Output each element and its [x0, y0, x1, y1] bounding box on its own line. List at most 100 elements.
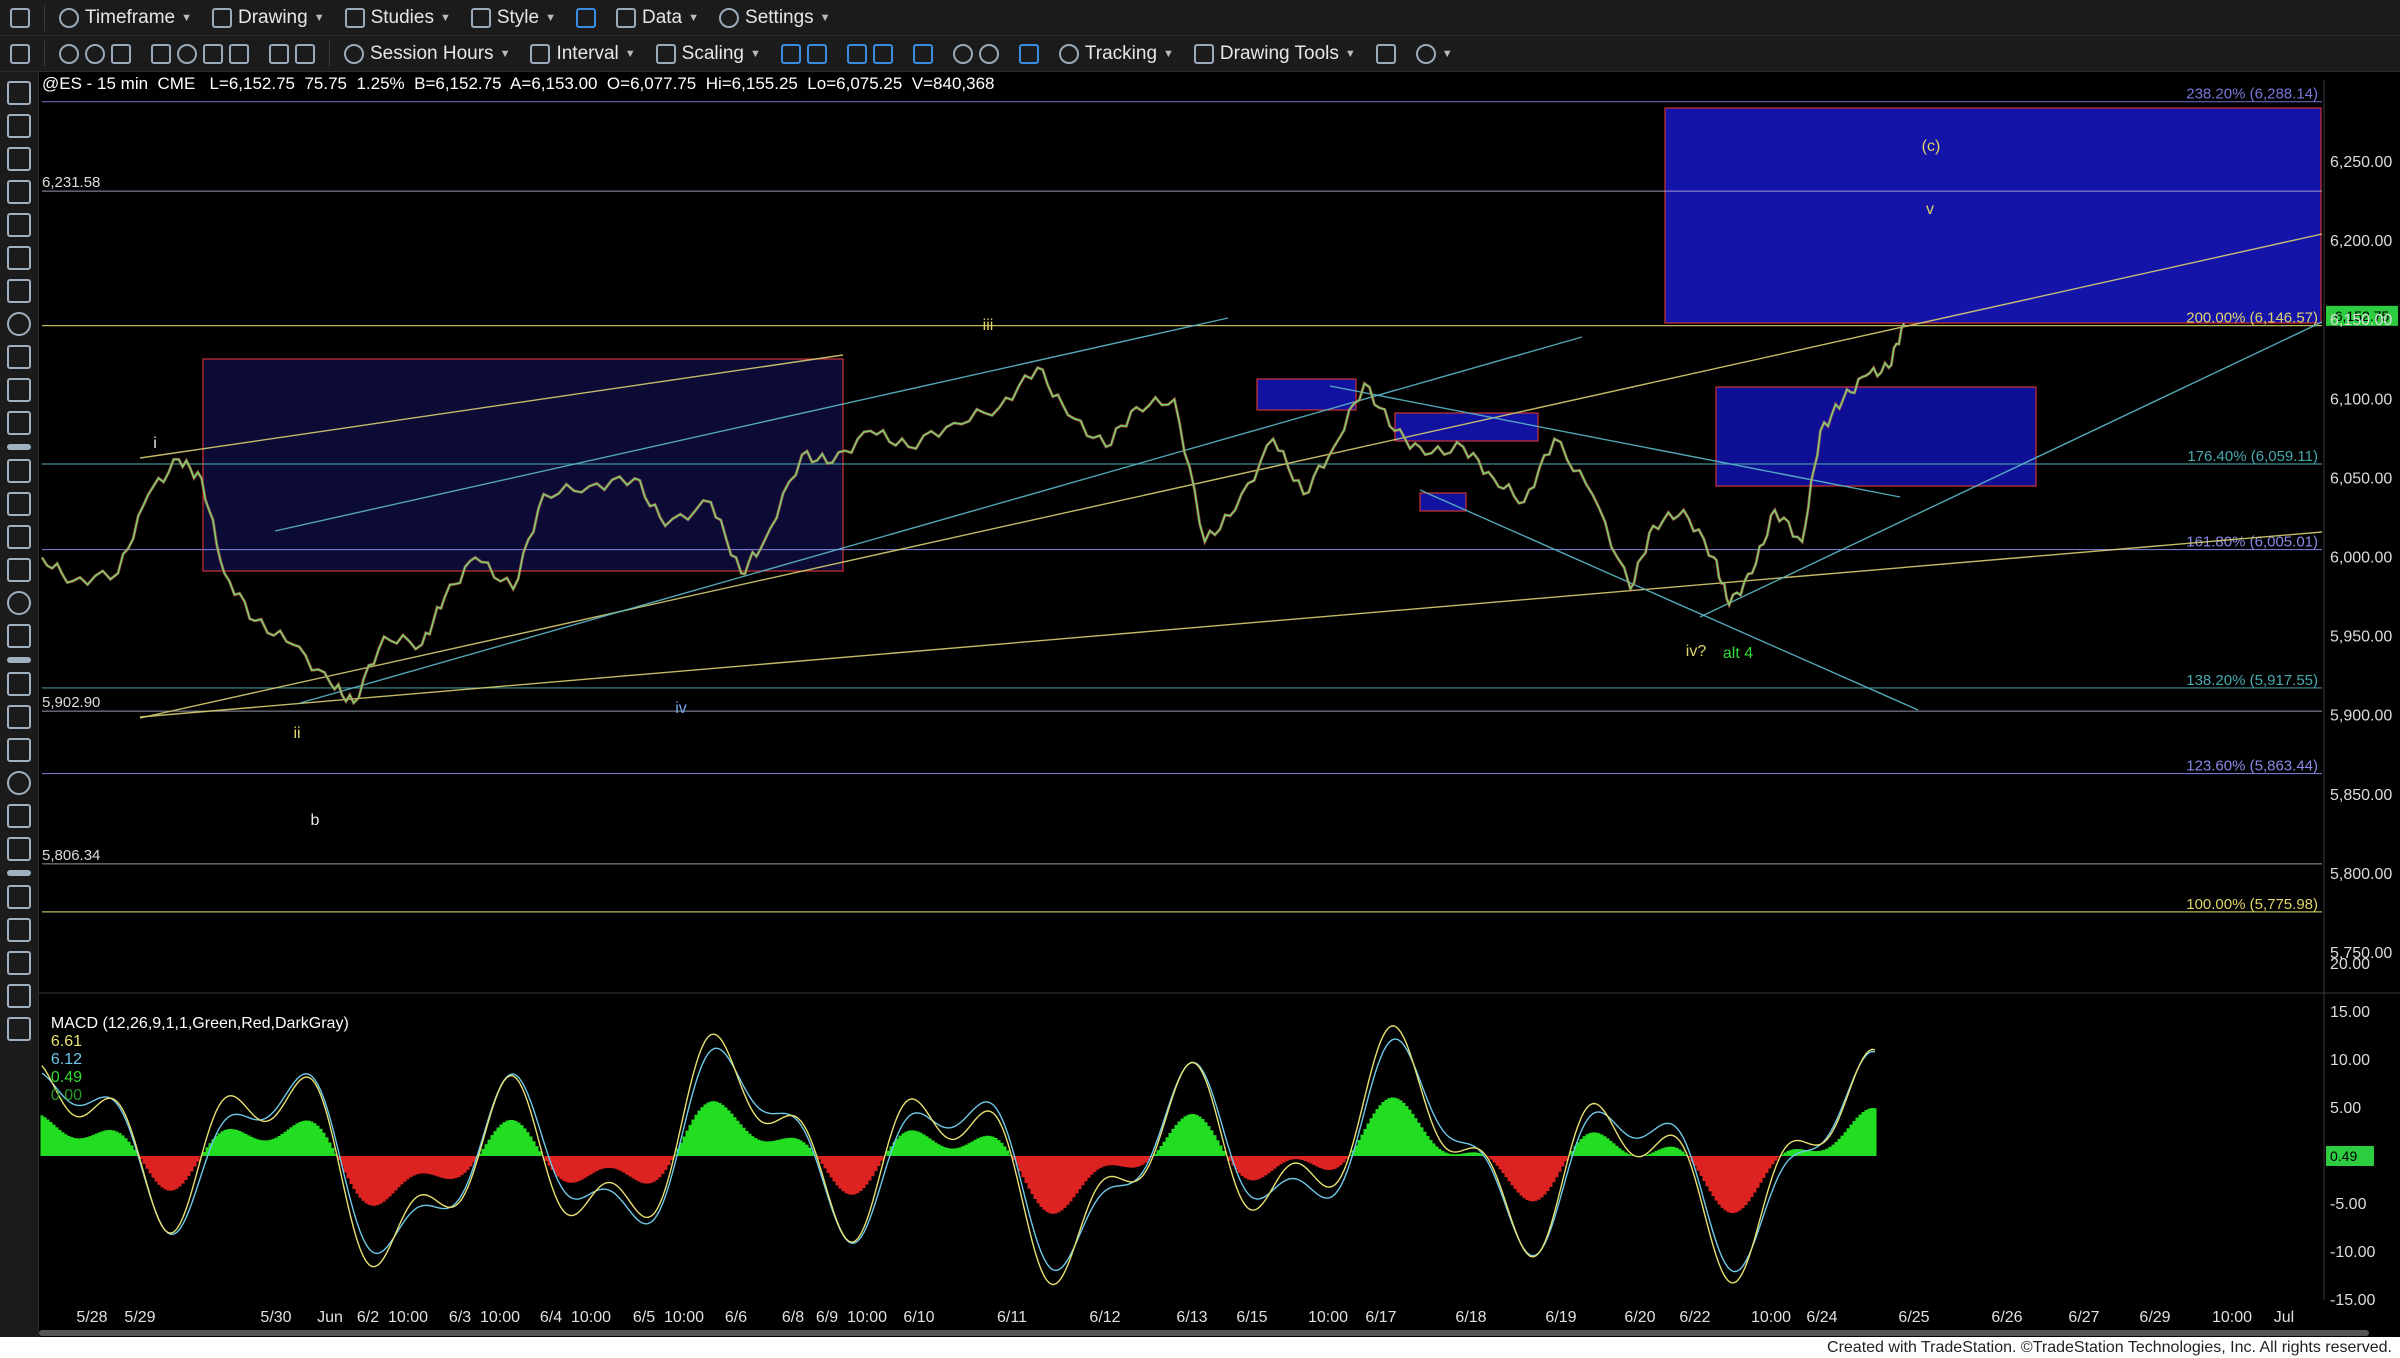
- zoom-buttons[interactable]: [943, 38, 1009, 70]
- refresh-icon: [177, 43, 197, 64]
- price-chart[interactable]: 238.20% (6,288.14) 200.00% (6,146.57) 176.…: [39, 72, 2400, 1337]
- eraser-tool-icon[interactable]: [7, 918, 31, 942]
- macd-current-label: 0.49: [2330, 1148, 2357, 1164]
- wave-label: alt 4: [1723, 645, 1753, 662]
- price-axis-label: 5,950.00: [2330, 629, 2392, 646]
- cloud-button[interactable]: ▼: [1406, 38, 1463, 70]
- price-axis-label: 6,050.00: [2330, 470, 2392, 487]
- drawing-tools-button[interactable]: Drawing Tools ▼: [1184, 38, 1366, 70]
- timeframe-button[interactable]: Timeframe ▼: [49, 2, 202, 34]
- horizontal-scrollbar[interactable]: [39, 1330, 2369, 1336]
- camera-icon: [295, 43, 315, 64]
- style-button[interactable]: Style ▼: [461, 2, 566, 34]
- zoom-in-icon: [952, 43, 973, 64]
- text-box-icon[interactable]: [7, 1017, 31, 1041]
- andrews-pitchfork-icon[interactable]: [7, 558, 31, 582]
- export-button[interactable]: [1366, 38, 1406, 70]
- sync-button[interactable]: [259, 38, 325, 70]
- data-button[interactable]: Data ▼: [606, 2, 709, 34]
- fib-time-icon[interactable]: [7, 525, 31, 549]
- session-hours-label: Session Hours: [370, 42, 494, 64]
- price-axis-label: 6,100.00: [2330, 391, 2392, 408]
- gann-fan-icon[interactable]: [7, 378, 31, 402]
- window-menu-button[interactable]: [0, 2, 40, 34]
- window-icon: [10, 43, 30, 64]
- pointer-tool-icon[interactable]: [7, 81, 31, 105]
- chevron-down-icon: ▼: [688, 11, 700, 24]
- drawing-tools-icon: [1193, 43, 1214, 64]
- studies-button[interactable]: Studies ▼: [335, 2, 461, 34]
- link-button[interactable]: [49, 38, 141, 70]
- arrow-up-icon[interactable]: [7, 738, 31, 762]
- price-projection-icon[interactable]: [7, 246, 31, 270]
- time-axis-label: 10:00: [664, 1309, 704, 1326]
- drawing-tools-label: Drawing Tools: [1219, 42, 1339, 64]
- chevron-down-icon: ▼: [1441, 47, 1453, 60]
- gear-icon: [719, 7, 740, 28]
- window-tile-button[interactable]: [0, 38, 40, 70]
- arrow-tool-icon[interactable]: [7, 705, 31, 729]
- drawing-button[interactable]: Drawing ▼: [202, 2, 335, 34]
- clock-icon: [59, 7, 79, 28]
- chevron-down-icon: ▼: [545, 11, 556, 24]
- scroll-buttons[interactable]: [837, 38, 903, 70]
- macd-value-1: 6.61: [50, 1033, 83, 1050]
- bar-spacing-buttons[interactable]: [771, 38, 837, 70]
- fib-extension-icon[interactable]: [7, 492, 31, 516]
- layout-button[interactable]: [566, 2, 606, 34]
- time-axis-label: 6/8: [782, 1309, 804, 1326]
- time-axis-label: 10:00: [571, 1309, 611, 1326]
- speed-line-icon[interactable]: [7, 345, 31, 369]
- price-axis-label: 6,150.00: [2330, 312, 2392, 329]
- tracking-button[interactable]: Tracking ▼: [1049, 38, 1184, 70]
- channel-tool-icon[interactable]: [7, 279, 31, 303]
- brush-tool-icon[interactable]: [7, 885, 31, 909]
- price-axis-label: 5,900.00: [2330, 708, 2392, 725]
- price-axis-label: 6,200.00: [2330, 233, 2392, 250]
- arc-tool-icon[interactable]: [7, 672, 31, 696]
- regression-channel-icon[interactable]: [7, 624, 31, 648]
- macd-axis-label: 10.00: [2330, 1052, 2370, 1069]
- layout2-button[interactable]: [903, 38, 943, 70]
- wave-label: v: [1926, 201, 1934, 218]
- time-axis-label: 10:00: [1751, 1309, 1791, 1326]
- grid-button[interactable]: [1009, 38, 1049, 70]
- pen-tool-icon[interactable]: [7, 147, 31, 171]
- interval-button[interactable]: Interval ▼: [520, 38, 645, 70]
- text-tool-icon[interactable]: [7, 837, 31, 861]
- chart-toolbar: Session Hours ▼ Interval ▼ Scaling ▼ Tracki…: [0, 36, 2400, 72]
- fib-level-label: 238.20% (6,288.14): [2186, 86, 2318, 103]
- macd-axis-label: -15.00: [2330, 1292, 2375, 1309]
- fib-retracement-icon[interactable]: [7, 459, 31, 483]
- macd-legend: MACD (12,26,9,1,1,Green,Red,DarkGray) 6.…: [42, 997, 357, 1105]
- session-hours-button[interactable]: Session Hours ▼: [334, 38, 520, 70]
- crosshair-tool-icon[interactable]: [7, 114, 31, 138]
- gann-square-icon[interactable]: [7, 591, 31, 615]
- settings-button[interactable]: Settings ▼: [709, 2, 841, 34]
- time-axis-label: 6/22: [1679, 1309, 1710, 1326]
- cycle-tool-icon[interactable]: [7, 312, 31, 336]
- wave-label: i: [153, 435, 157, 452]
- wave-label: iii: [983, 317, 994, 334]
- chevron-down-icon: ▼: [819, 11, 831, 24]
- wave-label: ii: [293, 725, 300, 742]
- trendline-tool-icon[interactable]: [7, 180, 31, 204]
- paint-tool-icon[interactable]: [7, 984, 31, 1008]
- triangle-tool-icon[interactable]: [7, 411, 31, 435]
- wave-label: iv: [675, 700, 687, 717]
- scaling-icon: [655, 43, 676, 64]
- extend-tool-icon[interactable]: [7, 951, 31, 975]
- horizontal-ray-tool-icon[interactable]: [7, 213, 31, 237]
- target-box: [1394, 412, 1539, 442]
- time-axis-label: Jul: [2274, 1309, 2294, 1326]
- target-box: [202, 358, 844, 572]
- interval-label: Interval: [556, 42, 619, 64]
- ellipse-tool-icon[interactable]: [7, 771, 31, 795]
- rectangle-tool-icon[interactable]: [7, 804, 31, 828]
- macd-axis-label: -10.00: [2330, 1244, 2375, 1261]
- drawing-tool-sidebar: [0, 72, 39, 1358]
- scaling-button[interactable]: Scaling ▼: [646, 38, 771, 70]
- time-axis-label: Jun: [317, 1309, 343, 1326]
- symbol-tools-button[interactable]: [141, 38, 259, 70]
- time-axis-label: 5/28: [76, 1309, 107, 1326]
